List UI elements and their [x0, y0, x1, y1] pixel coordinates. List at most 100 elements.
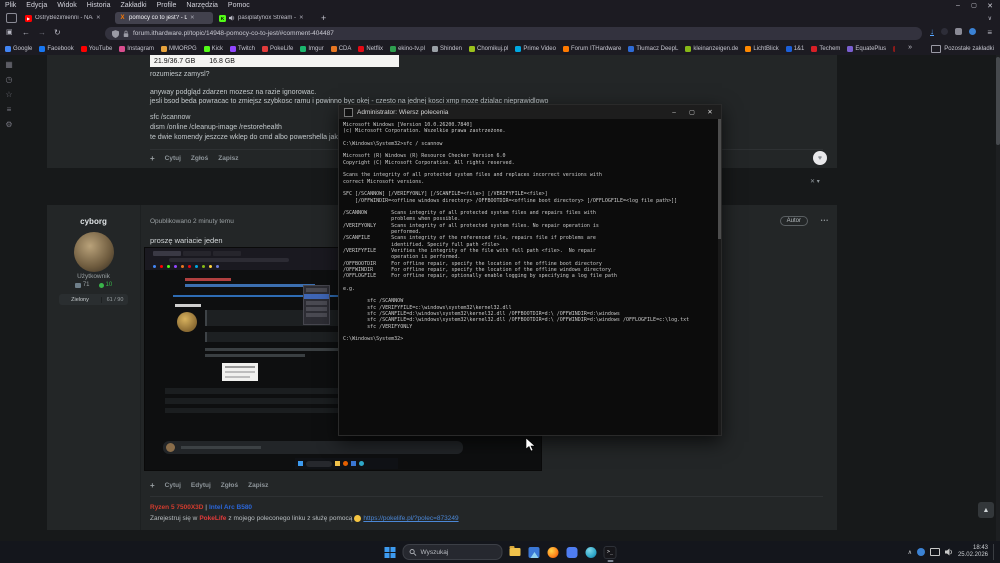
edit-button[interactable]: Edytuj — [191, 482, 211, 489]
back-icon[interactable]: ← — [22, 28, 30, 37]
minimize-icon[interactable]: – — [667, 109, 681, 116]
new-tab-button[interactable]: + — [321, 13, 326, 23]
bookmark-item[interactable]: Prime Video — [515, 46, 556, 52]
clock[interactable]: 18:43 25.02.2026 — [958, 545, 988, 559]
start-button[interactable] — [384, 546, 397, 559]
author-username[interactable]: cyborg — [47, 217, 140, 226]
quote-button[interactable]: Cytuj — [165, 155, 181, 162]
bookmark-item[interactable]: Netflix — [358, 46, 383, 52]
ram-usage-image[interactable]: 21.9/36.7 GB 16.8 GB — [150, 55, 399, 67]
reload-icon[interactable]: ↻ — [54, 28, 61, 37]
referral-link[interactable]: https://pokelife.pl/?polec=873249 — [363, 515, 458, 522]
bookmark-item[interactable]: PokeLife — [262, 46, 293, 52]
bookmark-item[interactable]: ekino-tv.pl — [390, 46, 425, 52]
bookmark-item[interactable]: kleinanzeigen.de — [685, 46, 738, 52]
avatar[interactable] — [74, 232, 114, 272]
lock-icon[interactable] — [123, 30, 129, 38]
save-button[interactable]: Zapisz — [218, 155, 238, 162]
terminal-icon[interactable]: >_ — [604, 546, 617, 559]
maximize-icon[interactable]: ▢ — [966, 2, 982, 9]
tab-close-icon[interactable]: ✕ — [190, 15, 195, 21]
post-options-icon[interactable]: ••• — [821, 218, 829, 224]
tab-audio-icon[interactable] — [229, 15, 235, 21]
cmd-title-bar[interactable]: Administrator: Wiersz polecenia – ▢ ✕ — [339, 105, 721, 119]
bookmark-item[interactable]: Facebook — [39, 46, 73, 52]
bookmark-item[interactable]: Techem — [811, 46, 840, 52]
url-bar[interactable]: forum.ithardware.pl/topic/14948-pomocy-c… — [105, 27, 922, 40]
bookmark-item[interactable]: LichtBlick — [745, 46, 778, 52]
bookmark-item[interactable]: Shinden — [432, 46, 462, 52]
list-all-tabs-icon[interactable]: ∨ — [988, 15, 992, 22]
volume-icon[interactable] — [945, 548, 953, 556]
menu-zakladki[interactable]: Zakładki — [115, 2, 151, 9]
blue-app-icon[interactable] — [566, 546, 579, 559]
globe-browser-icon[interactable] — [585, 546, 598, 559]
cmd-scrollbar-thumb[interactable] — [718, 119, 721, 239]
quote-button[interactable]: Cytuj — [165, 482, 181, 489]
menu-widok[interactable]: Widok — [52, 2, 81, 9]
close-icon[interactable]: ✕ — [982, 2, 998, 10]
reactions-collapse[interactable]: ✕ ▾ — [810, 178, 820, 185]
bookmark-item[interactable]: Instagram — [119, 46, 154, 52]
multiquote-icon[interactable]: + — [150, 154, 155, 163]
bookmark-item[interactable]: Google — [5, 46, 32, 52]
save-button[interactable]: Zapisz — [248, 482, 268, 489]
menu-pomoc[interactable]: Pomoc — [223, 2, 255, 9]
menu-edycja[interactable]: Edycja — [21, 2, 52, 9]
tray-chevron-icon[interactable]: ∧ — [908, 549, 912, 556]
extension-dark-icon[interactable] — [941, 28, 948, 37]
bookmark-item[interactable]: Forum ITHardware — [563, 46, 621, 52]
report-button[interactable]: Zgłoś — [191, 155, 208, 162]
bookmark-item[interactable]: Kick — [204, 46, 223, 52]
forward-icon[interactable]: → — [38, 28, 46, 37]
bookmark-item[interactable]: YouTube — [81, 46, 113, 52]
minimize-icon[interactable]: – — [950, 2, 966, 9]
menu-plik[interactable]: Plik — [0, 2, 21, 9]
maximize-icon[interactable]: ▢ — [685, 109, 699, 116]
bookmark-item[interactable]: Chomikuj.pl — [469, 46, 508, 52]
sidebar-grid-icon[interactable]: ▦ — [5, 60, 13, 69]
extension-blue-icon[interactable] — [969, 28, 976, 37]
taskbar-search[interactable]: Wyszukaj — [403, 544, 503, 560]
cmd-scrollbar[interactable] — [718, 119, 721, 435]
scrollbar-thumb[interactable] — [996, 57, 1000, 145]
other-bookmarks[interactable]: Pozostałe zakładki — [931, 45, 994, 53]
close-icon[interactable]: ✕ — [703, 108, 717, 116]
tab-active-forum[interactable]: X pomocy co to jest? - Diagnosty ✕ — [115, 12, 213, 24]
bookmark-item[interactable]: Tłumacz DeepL — [628, 46, 678, 52]
bookmark-item[interactable]: Twitch — [230, 46, 255, 52]
app-menu-icon[interactable]: ≡ — [987, 28, 992, 37]
extension-shield-icon[interactable] — [955, 28, 962, 37]
photos-icon[interactable] — [528, 546, 541, 559]
sidebar-settings-icon[interactable]: ⚙ — [5, 120, 12, 129]
bookmark-item[interactable]: CDA — [331, 46, 352, 52]
downloads-icon[interactable]: ↓ — [930, 28, 934, 36]
menu-profile[interactable]: Profile — [152, 2, 182, 9]
sidebar-toggle-icon[interactable]: ▣ — [6, 28, 13, 36]
menu-narzedzia[interactable]: Narzędzia — [181, 2, 223, 9]
bookmarks-overflow-icon[interactable]: » — [908, 44, 912, 51]
report-button[interactable]: Zgłoś — [221, 482, 238, 489]
bookmark-item[interactable]: Imgur — [300, 46, 323, 52]
sidebar-bookmarks-icon[interactable]: ☆ — [5, 90, 12, 99]
tab-kick-stream[interactable]: K pasiplatynox Stream - Wa ✕ — [215, 12, 315, 24]
multiquote-icon[interactable]: + — [150, 481, 155, 490]
sidebar-history-icon[interactable]: ◷ — [6, 75, 13, 84]
tab-close-icon[interactable]: ✕ — [96, 15, 101, 21]
bookmark-item[interactable]: Project Diablo 2 — [893, 46, 895, 52]
tray-app-icon[interactable] — [917, 548, 925, 556]
menu-historia[interactable]: Historia — [82, 2, 116, 9]
show-desktop-button[interactable] — [993, 544, 996, 560]
bookmark-item[interactable]: EquatePlus — [847, 46, 886, 52]
firefox-view-icon[interactable] — [6, 13, 17, 23]
bookmark-item[interactable]: 1&1 — [786, 46, 805, 52]
shield-icon[interactable] — [112, 30, 119, 38]
firefox-icon[interactable] — [547, 546, 560, 559]
scroll-top-button[interactable]: ▲ — [978, 502, 994, 518]
tab-close-icon[interactable]: ✕ — [299, 15, 304, 21]
page-scrollbar[interactable] — [996, 55, 1000, 541]
file-explorer-icon[interactable] — [509, 546, 522, 559]
display-icon[interactable] — [930, 548, 940, 556]
like-button[interactable]: ♥ — [813, 151, 827, 165]
bookmark-item[interactable]: MMORPG — [161, 46, 197, 52]
